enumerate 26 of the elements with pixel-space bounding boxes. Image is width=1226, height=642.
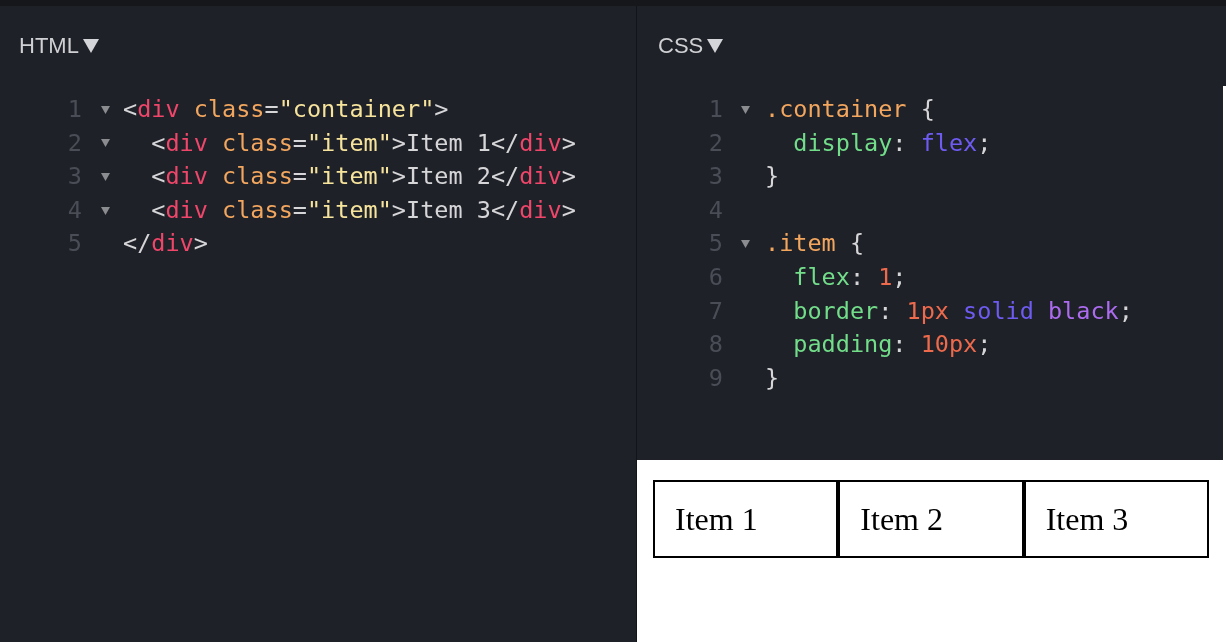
code-line: } xyxy=(765,366,780,391)
code-line: <div class="item">Item 2</div> xyxy=(151,165,576,189)
code-line: } xyxy=(765,165,780,189)
code-line: <div class="container"> xyxy=(123,98,449,122)
down-triangle-icon[interactable] xyxy=(101,173,110,181)
code-line: .container { xyxy=(765,98,935,122)
code-line: <div class="item">Item 3</div> xyxy=(151,198,576,223)
down-triangle-icon[interactable] xyxy=(101,139,110,148)
caret-icon xyxy=(82,39,99,53)
code-line: .item { xyxy=(765,232,865,256)
code-line: border: 1px solid black; xyxy=(793,299,1133,324)
preview-item: Item 3 xyxy=(1023,480,1209,558)
panel-menu-button[interactable]: CSS xyxy=(658,35,724,57)
code-line: padding: 10px; xyxy=(793,333,992,357)
code-line: flex: 1; xyxy=(793,266,907,290)
preview-item: Item 1 xyxy=(653,480,839,558)
down-triangle-icon[interactable] xyxy=(101,206,110,215)
code-line: display: flex; xyxy=(793,131,992,156)
code-line: </div> xyxy=(123,232,208,256)
down-triangle-icon[interactable] xyxy=(741,105,750,114)
code-line: <div class="item">Item 1</div> xyxy=(151,131,576,156)
panel-menu-button[interactable]: HTML xyxy=(19,35,99,57)
preview-item: Item 2 xyxy=(838,480,1024,558)
caret-icon xyxy=(707,39,724,53)
down-triangle-icon[interactable] xyxy=(741,240,750,249)
down-triangle-icon[interactable] xyxy=(101,105,110,114)
